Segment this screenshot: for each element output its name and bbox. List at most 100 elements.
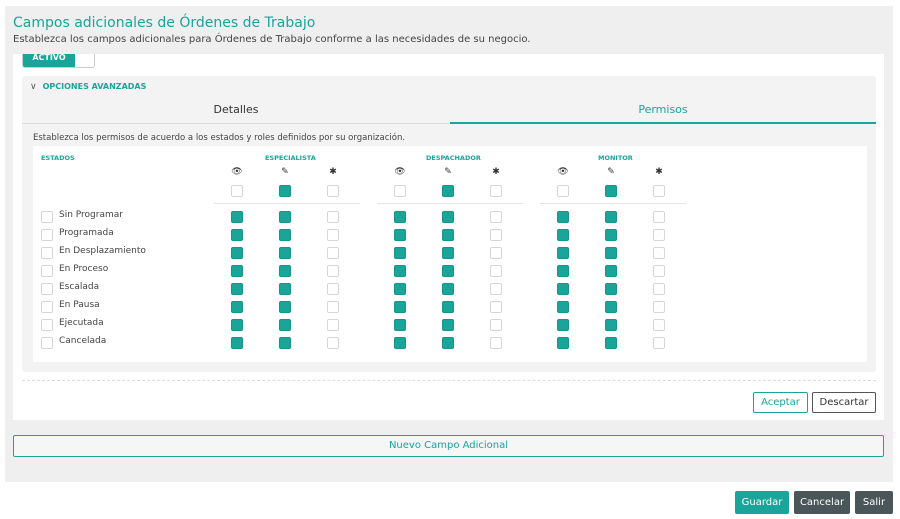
permission-checkbox[interactable] — [605, 265, 617, 277]
role-select-all-checkbox[interactable] — [442, 185, 454, 197]
role-select-all-checkbox[interactable] — [557, 185, 569, 197]
permission-checkbox[interactable] — [605, 301, 617, 313]
permission-checkbox[interactable] — [653, 247, 665, 259]
active-toggle[interactable]: ACTIVO — [22, 54, 95, 68]
permission-checkbox[interactable] — [557, 229, 569, 241]
permission-checkbox[interactable] — [394, 319, 406, 331]
permission-checkbox[interactable] — [327, 301, 339, 313]
permission-checkbox[interactable] — [327, 229, 339, 241]
state-checkbox[interactable] — [41, 337, 53, 349]
state-checkbox[interactable] — [41, 265, 53, 277]
state-checkbox[interactable] — [41, 319, 53, 331]
permission-checkbox[interactable] — [490, 319, 502, 331]
permission-checkbox[interactable] — [279, 319, 291, 331]
permission-checkbox[interactable] — [394, 229, 406, 241]
permission-checkbox[interactable] — [653, 337, 665, 349]
permission-checkbox[interactable] — [394, 337, 406, 349]
permission-checkbox[interactable] — [327, 211, 339, 223]
state-checkbox[interactable] — [41, 283, 53, 295]
permission-checkbox[interactable] — [605, 247, 617, 259]
role-select-all-checkbox[interactable] — [327, 185, 339, 197]
role-select-all-checkbox[interactable] — [394, 185, 406, 197]
permission-checkbox[interactable] — [327, 283, 339, 295]
permission-checkbox[interactable] — [605, 229, 617, 241]
state-checkbox[interactable] — [41, 301, 53, 313]
state-checkbox[interactable] — [41, 247, 53, 259]
permission-checkbox[interactable] — [231, 211, 243, 223]
role-select-all-checkbox[interactable] — [605, 185, 617, 197]
permission-checkbox[interactable] — [490, 301, 502, 313]
permission-checkbox[interactable] — [557, 265, 569, 277]
permission-checkbox[interactable] — [442, 229, 454, 241]
discard-button[interactable]: Descartar — [812, 392, 876, 413]
permission-checkbox[interactable] — [490, 283, 502, 295]
tab-detalles[interactable]: Detalles — [22, 100, 450, 124]
permission-checkbox[interactable] — [442, 319, 454, 331]
permission-checkbox[interactable] — [442, 211, 454, 223]
save-button[interactable]: Guardar — [735, 491, 789, 514]
permission-checkbox[interactable] — [442, 283, 454, 295]
cancel-button[interactable]: Cancelar — [794, 491, 850, 514]
permission-checkbox[interactable] — [279, 229, 291, 241]
advanced-options-header[interactable]: ∨ OPCIONES AVANZADAS — [30, 82, 146, 92]
permission-checkbox[interactable] — [490, 211, 502, 223]
eye-icon: 👁︎ — [557, 167, 569, 177]
permission-checkbox[interactable] — [442, 337, 454, 349]
permission-checkbox[interactable] — [442, 301, 454, 313]
permission-checkbox[interactable] — [231, 247, 243, 259]
permission-checkbox[interactable] — [279, 265, 291, 277]
permission-checkbox[interactable] — [557, 211, 569, 223]
permission-checkbox[interactable] — [557, 301, 569, 313]
role-select-all-checkbox[interactable] — [653, 185, 665, 197]
permission-checkbox[interactable] — [231, 301, 243, 313]
permission-checkbox[interactable] — [557, 319, 569, 331]
role-select-all-checkbox[interactable] — [231, 185, 243, 197]
permission-checkbox[interactable] — [327, 319, 339, 331]
permission-checkbox[interactable] — [394, 211, 406, 223]
permission-checkbox[interactable] — [653, 301, 665, 313]
permission-checkbox[interactable] — [394, 247, 406, 259]
exit-button[interactable]: Salir — [855, 491, 893, 514]
accept-button[interactable]: Aceptar — [753, 392, 808, 413]
permission-checkbox[interactable] — [231, 319, 243, 331]
permission-checkbox[interactable] — [327, 337, 339, 349]
permission-checkbox[interactable] — [442, 265, 454, 277]
permission-checkbox[interactable] — [605, 337, 617, 349]
permission-checkbox[interactable] — [490, 265, 502, 277]
permission-checkbox[interactable] — [394, 301, 406, 313]
permission-checkbox[interactable] — [490, 229, 502, 241]
tab-permisos[interactable]: Permisos — [450, 100, 876, 124]
permission-checkbox[interactable] — [557, 337, 569, 349]
permission-checkbox[interactable] — [653, 319, 665, 331]
permission-checkbox[interactable] — [327, 265, 339, 277]
permission-checkbox[interactable] — [279, 211, 291, 223]
permission-checkbox[interactable] — [231, 283, 243, 295]
role-select-all-checkbox[interactable] — [279, 185, 291, 197]
permission-checkbox[interactable] — [279, 301, 291, 313]
permission-checkbox[interactable] — [231, 265, 243, 277]
permission-checkbox[interactable] — [327, 247, 339, 259]
state-checkbox[interactable] — [41, 229, 53, 241]
permission-checkbox[interactable] — [557, 247, 569, 259]
permission-checkbox[interactable] — [279, 283, 291, 295]
permission-checkbox[interactable] — [653, 265, 665, 277]
state-checkbox[interactable] — [41, 211, 53, 223]
new-additional-field-button[interactable]: Nuevo Campo Adicional — [13, 435, 884, 457]
permission-checkbox[interactable] — [279, 337, 291, 349]
permission-checkbox[interactable] — [490, 337, 502, 349]
permission-checkbox[interactable] — [605, 283, 617, 295]
permission-checkbox[interactable] — [653, 211, 665, 223]
permission-checkbox[interactable] — [279, 247, 291, 259]
permission-checkbox[interactable] — [490, 247, 502, 259]
permission-checkbox[interactable] — [231, 337, 243, 349]
permission-checkbox[interactable] — [231, 229, 243, 241]
permission-checkbox[interactable] — [394, 283, 406, 295]
permission-checkbox[interactable] — [394, 265, 406, 277]
permission-checkbox[interactable] — [653, 283, 665, 295]
permission-checkbox[interactable] — [442, 247, 454, 259]
permission-checkbox[interactable] — [557, 283, 569, 295]
permission-checkbox[interactable] — [605, 319, 617, 331]
permission-checkbox[interactable] — [605, 211, 617, 223]
role-select-all-checkbox[interactable] — [490, 185, 502, 197]
permission-checkbox[interactable] — [653, 229, 665, 241]
